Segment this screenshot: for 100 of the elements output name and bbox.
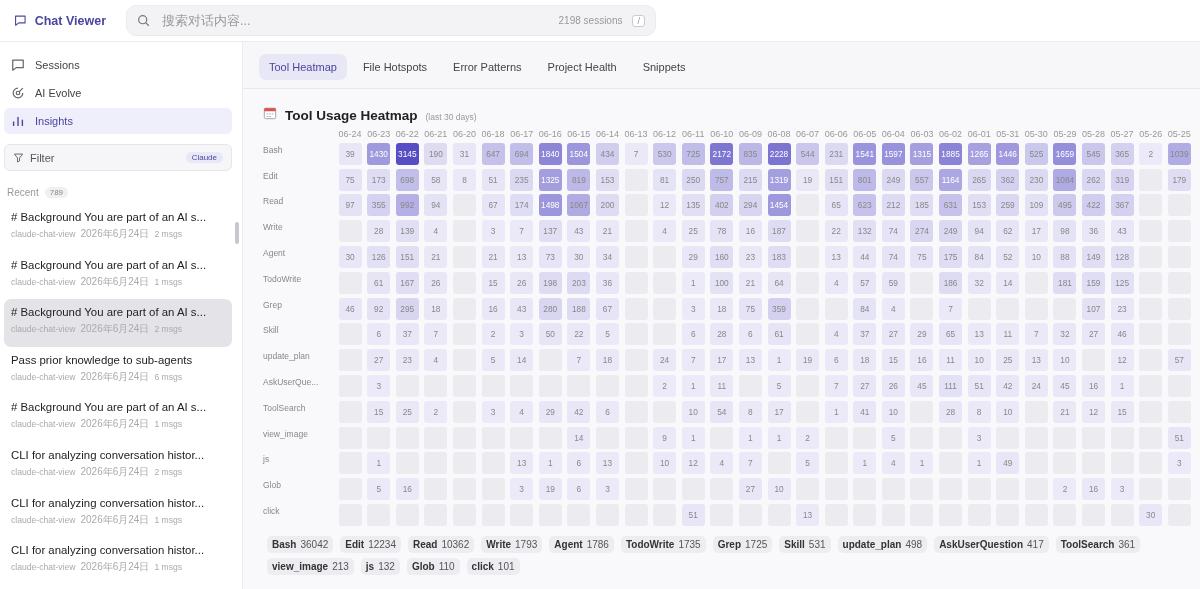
heatmap-cell: 1265 <box>967 142 991 165</box>
heatmap-cell: 3 <box>367 374 391 397</box>
heatmap-cell: 179 <box>1167 168 1191 191</box>
heatmap-cell: 422 <box>1082 194 1106 217</box>
date-label: 06-05 <box>853 129 877 139</box>
heatmap-cell: 1840 <box>538 142 562 165</box>
tool-label: js <box>263 454 270 465</box>
tab[interactable]: Error Patterns <box>443 54 532 80</box>
heatmap-cell: 434 <box>595 142 619 165</box>
heatmap-cell: 16 <box>738 220 762 243</box>
heatmap-cell: 174 <box>510 194 534 217</box>
tool-name: Agent <box>554 538 583 550</box>
date-label: 06-03 <box>910 129 934 139</box>
heatmap-cell: 59 <box>881 271 905 294</box>
nav-item[interactable]: AI Evolve <box>4 80 232 106</box>
heatmap-cell: 5 <box>367 478 391 501</box>
heatmap-cell: 280 <box>538 297 562 320</box>
date-label: 05-30 <box>1024 129 1048 139</box>
heatmap-cell: 7 <box>567 349 591 372</box>
session-item[interactable]: CLI for analyzing conversation histor... claude-chat-view 2026年6月24日 1 msgs <box>4 537 232 585</box>
session-item[interactable]: CLI for analyzing conversation histor... claude-chat-view 2026年6月24日 2 msgs <box>4 441 232 490</box>
heatmap-cell: 694 <box>510 142 534 165</box>
session-item[interactable]: Pass prior knowledge to sub-agents claude-chat-view 2026年6月24日 6 msgs <box>4 346 232 395</box>
session-item[interactable]: # Background You are part of an AI s... claude-chat-view 2026年6月24日 2 msgs <box>4 204 232 252</box>
heatmap-cell: 75 <box>738 297 762 320</box>
message-count: 1 msgs <box>154 419 183 430</box>
heatmap-cell: 10 <box>967 349 991 372</box>
heatmap-cell: 557 <box>910 168 934 191</box>
heatmap-cell: 22 <box>567 323 591 346</box>
tool-count: 1786 <box>586 538 609 550</box>
heatmap-cell: 167 <box>395 271 419 294</box>
heatmap-cell: 8 <box>738 400 762 423</box>
heatmap-cell: 7 <box>1024 323 1048 346</box>
session-item[interactable]: # Background You are part of an AI s... claude-chat-view 2026年6月24日 1 msgs <box>4 251 232 300</box>
heatmap-cell: 13 <box>595 452 619 475</box>
tab[interactable]: File Hotspots <box>352 54 438 80</box>
heatmap-cell: 4 <box>710 452 734 475</box>
heatmap-cell: 203 <box>567 271 591 294</box>
heatmap-cell: 10 <box>881 400 905 423</box>
tool-name: Write <box>486 538 512 550</box>
session-title: CLI for analyzing conversation histor... <box>11 544 206 557</box>
heatmap-cell: 1 <box>681 374 705 397</box>
heatmap-cell: 212 <box>881 194 905 217</box>
session-item[interactable]: # Background You are part of an AI s... claude-chat-view 2026年6月24日 1 msgs <box>4 394 232 442</box>
nav-item[interactable]: Insights <box>4 108 232 134</box>
heatmap-cell: 14 <box>567 426 591 449</box>
date-label: 05-27 <box>1110 129 1134 139</box>
search-input[interactable]: 搜索对话内容... <box>160 12 549 29</box>
heatmap-cell: 274 <box>910 220 934 243</box>
heatmap-cell: 8 <box>452 168 476 191</box>
filter-tag: Claude <box>185 152 223 163</box>
heatmap-cell: 181 <box>1053 271 1077 294</box>
tool-name: ToolSearch <box>1060 538 1115 550</box>
heatmap-cell: 2172 <box>710 142 734 165</box>
heatmap-cell: 402 <box>710 194 734 217</box>
heatmap-cell: 6 <box>738 323 762 346</box>
heatmap-cell: 7 <box>824 374 848 397</box>
heatmap-cell: 100 <box>710 271 734 294</box>
session-item[interactable]: CLI for analyzing conversation histor... claude-chat-view 2026年6月24日 1 msgs <box>4 489 232 538</box>
heatmap-cell: 32 <box>967 271 991 294</box>
project-name: claude-chat-view <box>11 419 76 430</box>
scrollbar[interactable] <box>235 222 239 244</box>
heatmap-cell: 801 <box>853 168 877 191</box>
session-date: 2026年6月24日 <box>80 560 150 575</box>
tool-name: Read <box>412 538 438 550</box>
heatmap-cell: 52 <box>996 246 1020 268</box>
heatmap-cell: 1454 <box>767 194 791 217</box>
heatmap-cell: 5 <box>796 452 820 475</box>
tool-count: 101 <box>497 560 515 572</box>
heatmap-cell: 13 <box>967 323 991 346</box>
heatmap-cell: 3 <box>595 478 619 501</box>
message-count: 2 msgs <box>154 466 183 477</box>
recent-count: 789 <box>44 187 69 198</box>
heatmap-cell: 5 <box>595 323 619 346</box>
heatmap-cell: 19 <box>796 349 820 372</box>
heatmap-cell: 12 <box>681 452 705 475</box>
heatmap-cell: 186 <box>939 271 963 294</box>
heatmap-cell: 54 <box>710 400 734 423</box>
tab[interactable]: Snippets <box>632 54 696 80</box>
heatmap-cell: 30 <box>1139 503 1163 526</box>
session-date: 2026年6月24日 <box>80 464 150 479</box>
heatmap-cell: 21 <box>595 220 619 243</box>
heatmap-cell: 7 <box>510 220 534 243</box>
tool-label: click <box>263 505 280 516</box>
tab[interactable]: Tool Heatmap <box>259 54 347 80</box>
session-title: # Background You are part of an AI s... <box>11 211 208 223</box>
heatmap-cell: 30 <box>338 246 362 268</box>
heatmap-cell: 46 <box>338 297 362 320</box>
heatmap-cell: 28 <box>367 220 391 243</box>
heatmap-cell: 265 <box>967 168 991 191</box>
heatmap-cell: 17 <box>767 400 791 423</box>
heatmap-cell: 367 <box>1110 194 1134 217</box>
tool-count: 361 <box>1118 538 1136 550</box>
heatmap-cell: 151 <box>395 246 419 268</box>
heatmap-cell: 230 <box>1024 168 1048 191</box>
tab[interactable]: Project Health <box>537 54 627 80</box>
heatmap-cell: 525 <box>1024 142 1048 165</box>
nav-item[interactable]: Sessions <box>4 52 232 78</box>
heatmap-cell: 235 <box>510 168 534 191</box>
filter-field[interactable]: Filter Claude <box>4 144 232 171</box>
